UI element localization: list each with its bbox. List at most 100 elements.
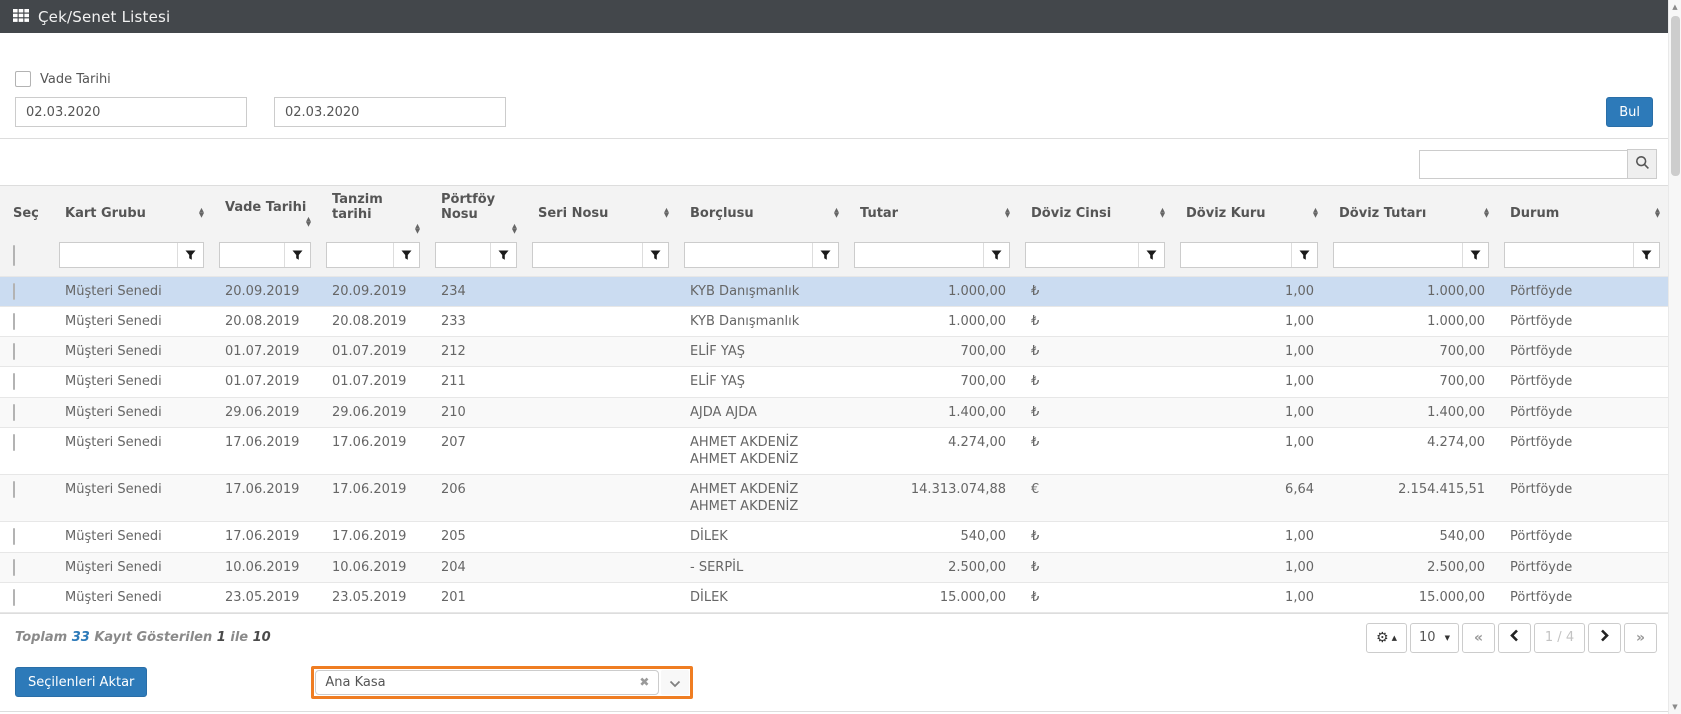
row-select-cell [0,307,52,337]
chevron-left-icon [1510,629,1519,646]
clear-icon[interactable]: ✖ [639,675,649,689]
cell-portfoy_nosu: 206 [428,475,525,522]
table-row[interactable]: Müşteri Senedi23.05.201923.05.2019201DİL… [0,582,1668,612]
sort-icon[interactable]: ▲▼ [664,208,669,218]
page-scrollbar[interactable]: ▲ ▼ [1668,0,1681,714]
column-header-durum[interactable]: Durum▲▼ [1497,186,1668,241]
scrollbar-down-arrow[interactable]: ▼ [1669,703,1681,711]
sort-icon[interactable]: ▲▼ [306,217,311,227]
sort-icon[interactable]: ▲▼ [1313,208,1318,218]
last-page-button[interactable]: » [1624,623,1657,653]
filter-input-kart_grubu[interactable] [60,243,177,267]
transfer-selected-button[interactable]: Seçilenleri Aktar [15,667,147,697]
row-checkbox[interactable] [13,481,15,498]
table-row[interactable]: Müşteri Senedi20.09.201920.09.2019234KYB… [0,277,1668,307]
cell-seri_nosu [525,522,677,552]
filter-input-doviz_kuru[interactable] [1181,243,1291,267]
column-header-tanzim_tarihi[interactable]: Tanzim tarihi▲▼ [319,186,428,241]
sort-icon[interactable]: ▲▼ [415,224,420,234]
cell-durum: Pörtföyde [1497,522,1668,552]
sort-icon[interactable]: ▲▼ [512,224,517,234]
find-button[interactable]: Bul [1606,97,1653,127]
filter-input-durum[interactable] [1505,243,1633,267]
table-row[interactable]: Müşteri Senedi17.06.201917.06.2019206AHM… [0,475,1668,522]
filter-funnel-icon[interactable] [642,243,668,267]
row-checkbox[interactable] [13,283,15,300]
caret-down-icon: ▼ [1445,634,1450,642]
row-checkbox[interactable] [13,559,15,576]
column-header-vade_tarihi[interactable]: Vade Tarihi▲▼ [212,186,319,241]
filter-cell-select [0,240,52,277]
row-checkbox[interactable] [13,528,15,545]
filter-input-seri_nosu[interactable] [533,243,642,267]
cell-kart_grubu: Müşteri Senedi [52,552,212,582]
column-header-doviz_kuru[interactable]: Döviz Kuru▲▼ [1173,186,1326,241]
scrollbar-up-arrow[interactable]: ▲ [1669,3,1681,11]
table-row[interactable]: Müşteri Senedi10.06.201910.06.2019204- S… [0,552,1668,582]
table-row[interactable]: Müşteri Senedi20.08.201920.08.2019233KYB… [0,307,1668,337]
filter-funnel-icon[interactable] [812,243,838,267]
column-header-tutar[interactable]: Tutar▲▼ [847,186,1018,241]
row-checkbox[interactable] [13,313,15,330]
sort-icon[interactable]: ▲▼ [1484,208,1489,218]
cell-durum: Pörtföyde [1497,582,1668,612]
column-header-seri_nosu[interactable]: Seri Nosu▲▼ [525,186,677,241]
row-checkbox[interactable] [13,404,15,421]
sort-icon[interactable]: ▲▼ [834,208,839,218]
filter-funnel-icon[interactable] [1462,243,1488,267]
page-size-select[interactable]: 10 ▼ [1410,623,1459,653]
filter-input-vade_tarihi[interactable] [220,243,284,267]
filter-funnel-icon[interactable] [1633,243,1659,267]
scrollbar-thumb[interactable] [1671,16,1680,176]
filter-input-borclusu[interactable] [685,243,812,267]
filter-input-tutar[interactable] [855,243,983,267]
select-all-checkbox[interactable] [13,245,15,266]
next-page-button[interactable] [1588,623,1621,653]
cash-register-input[interactable]: Ana Kasa ✖ [315,670,659,695]
cell-tutar: 540,00 [847,522,1018,552]
column-header-borclusu[interactable]: Borçlusu▲▼ [677,186,847,241]
row-checkbox[interactable] [13,343,15,360]
cell-doviz_kuru: 1,00 [1173,367,1326,397]
sort-icon[interactable]: ▲▼ [1160,208,1165,218]
filter-input-doviz_cinsi[interactable] [1026,243,1138,267]
table-row[interactable]: Müşteri Senedi17.06.201917.06.2019205DİL… [0,522,1668,552]
filter-funnel-icon[interactable] [490,243,516,267]
filter-funnel-icon[interactable] [177,243,203,267]
first-page-button[interactable]: « [1462,623,1495,653]
filter-input-doviz_tutari[interactable] [1334,243,1462,267]
date-from-input[interactable] [15,97,247,127]
column-header-portfoy_nosu[interactable]: Pörtföy Nosu▲▼ [428,186,525,241]
search-button[interactable] [1627,149,1657,179]
column-header-doviz_tutari[interactable]: Döviz Tutarı▲▼ [1326,186,1497,241]
vade-tarihi-checkbox[interactable] [15,71,31,87]
grid-settings-button[interactable]: ⚙ ▲ [1366,623,1407,653]
cell-doviz_cinsi: ₺ [1018,582,1173,612]
filter-funnel-icon[interactable] [393,243,419,267]
sort-icon[interactable]: ▲▼ [1005,208,1010,218]
row-checkbox[interactable] [13,434,15,451]
table-row[interactable]: Müşteri Senedi29.06.201929.06.2019210AJD… [0,397,1668,427]
row-checkbox[interactable] [13,373,15,390]
table-row[interactable]: Müşteri Senedi01.07.201901.07.2019211ELİ… [0,367,1668,397]
combo-dropdown-button[interactable] [661,670,689,695]
global-search-input[interactable] [1419,150,1628,179]
cell-doviz_cinsi: ₺ [1018,307,1173,337]
filter-funnel-icon[interactable] [1291,243,1317,267]
column-header-kart_grubu[interactable]: Kart Grubu▲▼ [52,186,212,241]
sort-icon[interactable]: ▲▼ [1655,208,1660,218]
table-row[interactable]: Müşteri Senedi01.07.201901.07.2019212ELİ… [0,337,1668,367]
filter-input-tanzim_tarihi[interactable] [327,243,393,267]
table-row[interactable]: Müşteri Senedi17.06.201917.06.2019207AHM… [0,427,1668,474]
cash-register-combobox[interactable]: Ana Kasa ✖ [311,666,693,699]
column-header-doviz_cinsi[interactable]: Döviz Cinsi▲▼ [1018,186,1173,241]
filter-input-portfoy_nosu[interactable] [436,243,490,267]
chevron-down-icon [669,673,681,692]
filter-funnel-icon[interactable] [1138,243,1164,267]
date-to-input[interactable] [274,97,506,127]
sort-icon[interactable]: ▲▼ [199,208,204,218]
row-checkbox[interactable] [13,589,15,606]
previous-page-button[interactable] [1498,623,1531,653]
filter-funnel-icon[interactable] [284,243,310,267]
filter-funnel-icon[interactable] [983,243,1009,267]
